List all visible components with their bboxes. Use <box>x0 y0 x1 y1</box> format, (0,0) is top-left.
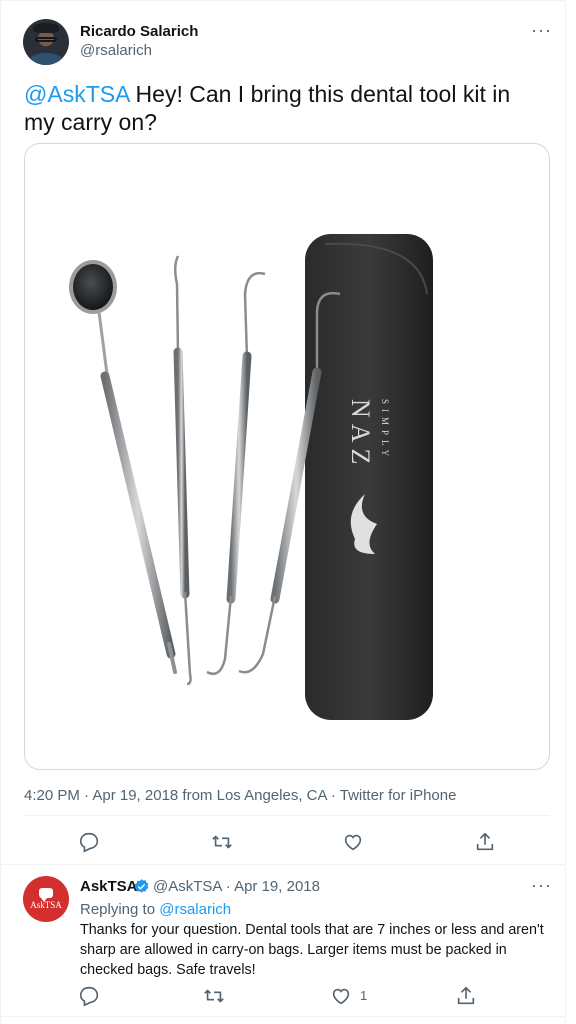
more-options-icon[interactable]: ··· <box>531 875 552 896</box>
replying-to: Replying to @rsalarich <box>80 901 231 918</box>
dental-kit-photo: SIMPLY NAZ <box>69 234 433 720</box>
author-handle-date[interactable]: @AskTSA · Apr 19, 2018 <box>153 878 320 895</box>
like-count: 1 <box>360 988 368 1003</box>
explorer-tool-1 <box>174 255 180 355</box>
retweet-icon[interactable] <box>211 831 233 853</box>
chat-bubble-icon <box>39 888 53 902</box>
case-brand-large: NAZ <box>346 399 375 470</box>
share-icon[interactable] <box>474 831 496 853</box>
tool-case <box>305 234 433 720</box>
avatar[interactable]: AskTSA <box>23 876 69 922</box>
tweet-image[interactable]: SIMPLY NAZ <box>24 143 550 770</box>
reply-text: Thanks for your question. Dental tools t… <box>80 922 544 978</box>
verified-badge-icon <box>134 879 149 893</box>
like-icon[interactable] <box>330 985 352 1007</box>
like-icon[interactable] <box>342 831 364 853</box>
mention-link[interactable]: @AskTSA <box>24 81 129 107</box>
author-handle[interactable]: @rsalarich <box>80 42 152 59</box>
scaler-tool <box>243 271 266 360</box>
avatar[interactable] <box>23 19 69 65</box>
main-tweet: Ricardo Salarich @rsalarich ··· @AskTSA … <box>0 0 566 866</box>
case-brand-small: SIMPLY <box>380 399 390 461</box>
author-name[interactable]: Ricardo Salarich <box>80 23 198 40</box>
tweet-separator <box>0 1016 566 1017</box>
reply-icon[interactable] <box>78 985 100 1007</box>
divider <box>24 815 550 816</box>
tweet-text: @AskTSA Hey! Can I bring this dental too… <box>24 80 544 136</box>
more-options-icon[interactable]: ··· <box>531 20 552 41</box>
tweet-meta: 4:20 PM · Apr 19, 2018 from Los Angeles,… <box>24 787 457 804</box>
share-icon[interactable] <box>455 985 477 1007</box>
tweet-separator <box>0 864 566 865</box>
avatar-shirt <box>29 53 63 65</box>
replying-prefix: Replying to <box>80 901 160 918</box>
replying-handle-link[interactable]: @rsalarich <box>159 901 231 918</box>
retweet-icon[interactable] <box>203 985 225 1007</box>
author-name[interactable]: AskTSA <box>80 878 138 895</box>
avatar-glasses <box>35 37 57 42</box>
reply-icon[interactable] <box>78 831 100 853</box>
